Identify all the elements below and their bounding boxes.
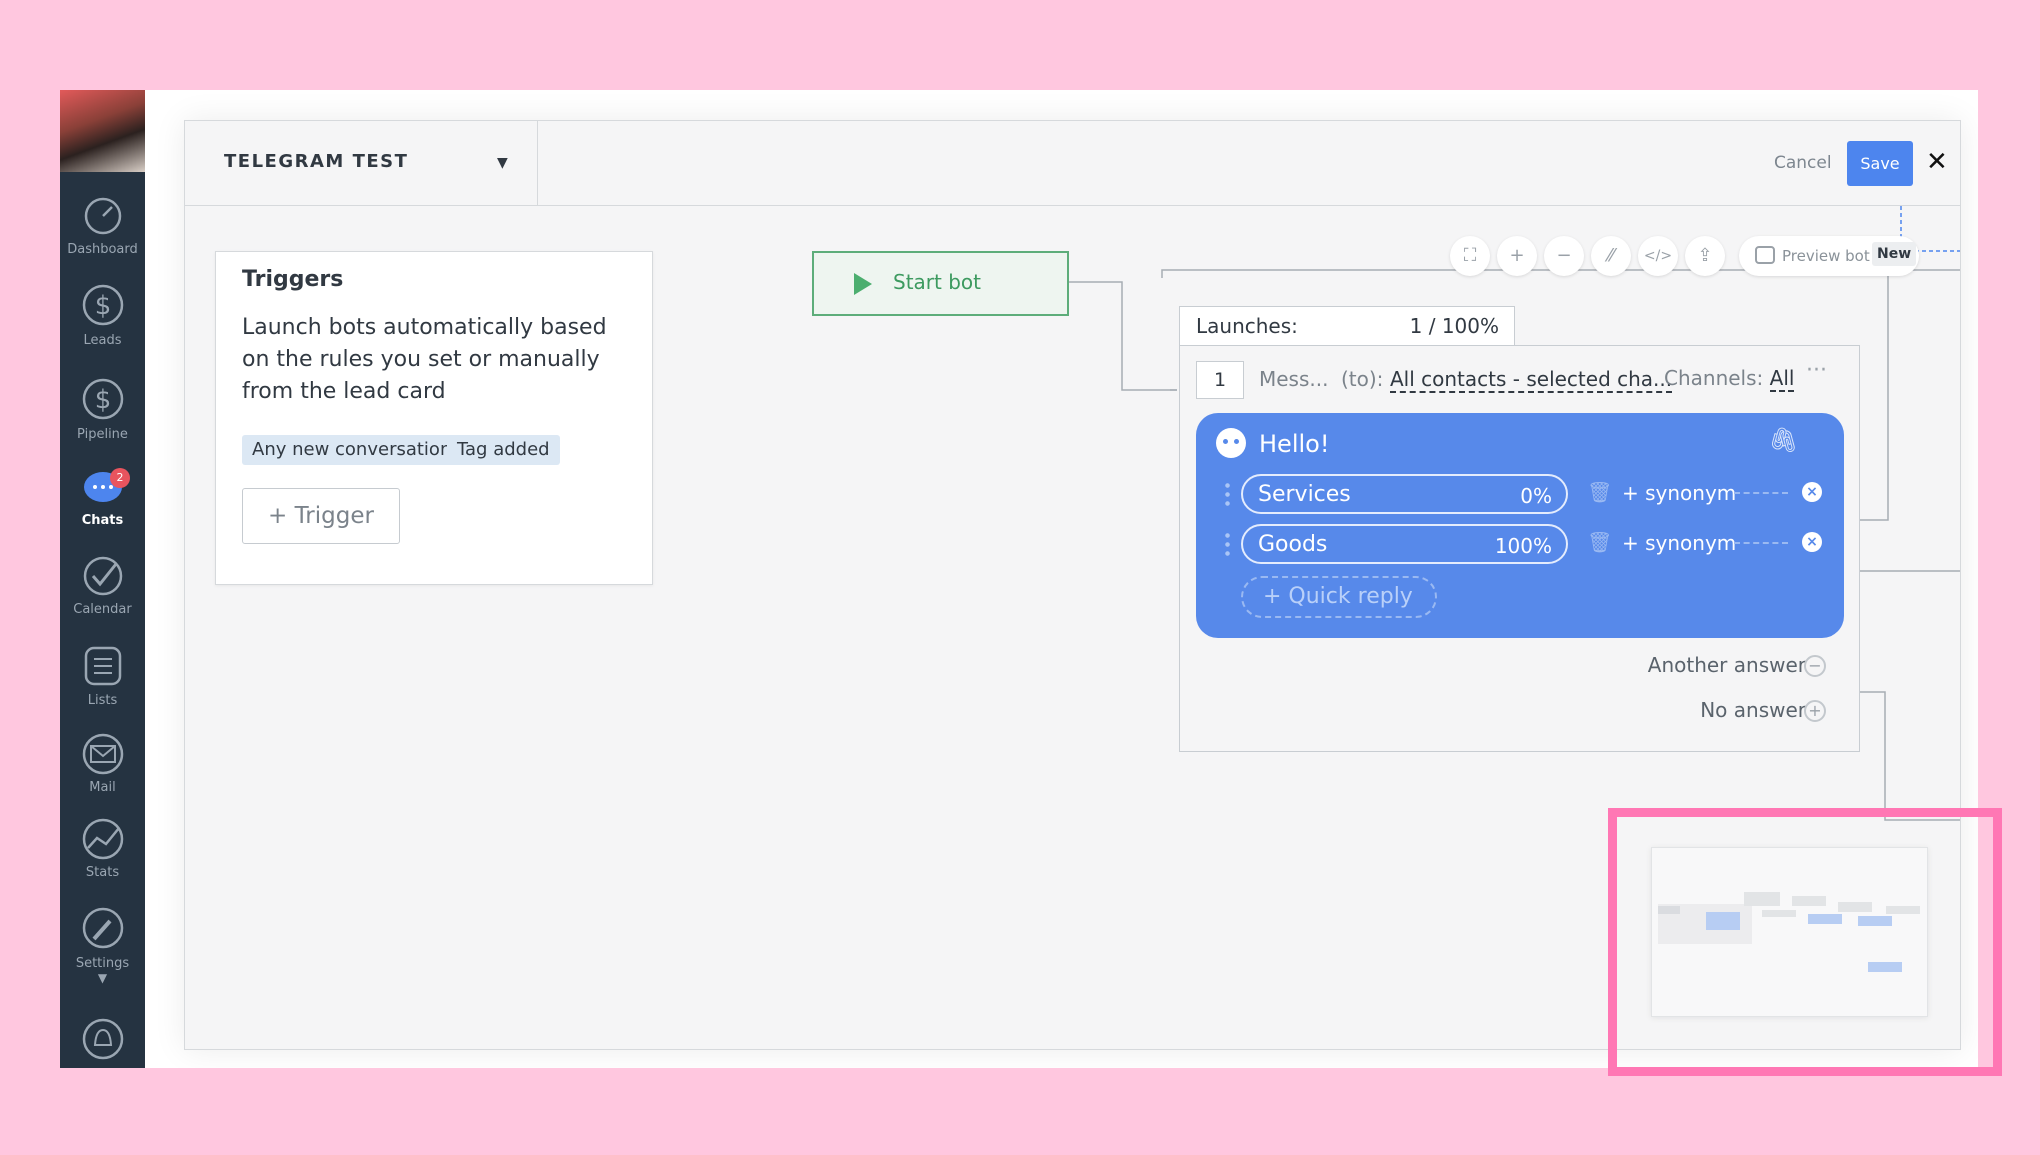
start-bot-node[interactable]: Start bot [812,251,1069,316]
drag-handle-icon[interactable] [1225,531,1230,557]
drag-handle-icon[interactable] [1225,481,1230,507]
svg-text:$: $ [94,291,111,321]
message-text[interactable]: Hello! [1259,430,1329,458]
remove-connection-icon[interactable]: × [1802,532,1822,552]
preview-bot-button[interactable]: Preview bot New [1739,236,1919,276]
zoom-out-icon[interactable]: − [1544,236,1584,276]
sidebar-item-leads[interactable]: $ Leads [60,282,145,348]
quick-reply-label: Services [1258,482,1351,507]
launches-bar: Launches: 1 / 100% [1179,306,1515,346]
plus-circle-icon[interactable]: + [1804,700,1826,722]
channels-label: Channels: [1664,366,1764,390]
play-icon [854,273,872,295]
dollar-icon: $ [82,378,123,420]
export-icon[interactable]: ⇪ [1685,236,1725,276]
connector-dash [1734,542,1788,544]
check-circle-icon [83,556,122,596]
sidebar-item-lists[interactable]: Lists [60,642,145,708]
sidebar-item-calendar[interactable]: Calendar [60,555,145,617]
unread-badge: 2 [110,468,130,488]
bot-selector[interactable]: TELEGRAM TEST ▼ [185,121,538,205]
launches-value: 1 / 100% [1409,314,1499,338]
minus-circle-icon[interactable]: − [1804,655,1826,677]
dashboard-icon [84,197,121,235]
close-icon[interactable]: ✕ [1926,147,1948,177]
remove-connection-icon[interactable]: × [1802,482,1822,502]
trigger-tag[interactable]: Any new conversation [242,435,462,465]
quick-reply-percent: 0% [1520,484,1552,508]
channels-select[interactable]: Channels: All [1664,366,1795,392]
attachment-icon[interactable]: 🖇 [1768,426,1798,454]
wrench-icon [82,907,123,949]
bot-avatar-icon [1216,428,1246,458]
sidebar-item-label: Stats [85,865,120,880]
launches-label: Launches: [1196,314,1298,338]
add-synonym-link[interactable]: + synonym [1622,481,1736,505]
add-quick-reply-label: + Quick reply [1263,584,1413,609]
sidebar-item-label: Mail [89,780,116,795]
new-badge: New [1872,242,1917,266]
chevron-down-icon[interactable]: ▼ [497,155,508,171]
sidebar-item-label: Chats [81,513,124,528]
stats-icon [82,818,123,860]
zoom-in-icon[interactable]: + [1497,236,1537,276]
mail-icon [82,733,123,775]
sidebar-item-label: Lists [87,693,118,708]
page-title: TELEGRAM TEST [224,151,409,172]
recipient-select[interactable]: All contacts - selected cha... [1390,367,1673,393]
chevron-down-icon[interactable]: ▼ [60,971,145,985]
trigger-tag[interactable]: Tag added [447,435,560,465]
robot-icon [1755,246,1775,264]
modal-header: TELEGRAM TEST ▼ Cancel Save ✕ [185,121,1960,206]
sidebar-item-label: Settings [75,956,130,971]
triggers-card: Triggers Launch bots automatically based… [215,251,653,585]
code-icon[interactable]: </> [1638,236,1678,276]
message-step[interactable]: 1 Mess... (to): All contacts - selected … [1179,345,1860,752]
quick-reply-button[interactable]: Services 0% [1241,474,1568,514]
cancel-button[interactable]: Cancel [1774,153,1832,173]
list-icon [84,646,121,686]
recipient-label: (to): [1341,367,1384,391]
svg-text:$: $ [94,385,111,415]
quick-reply-label: Goods [1258,532,1328,557]
sidebar-item-notifications[interactable] [60,1018,145,1065]
message-bubble[interactable]: Hello! 🖇 Services 0% 🗑 + synonym × Goods… [1196,413,1844,638]
sidebar-item-pipeline[interactable]: $ Pipeline [60,376,145,442]
sidebar-item-label: Pipeline [77,427,128,442]
channels-value[interactable]: All [1769,366,1795,392]
preview-label: Preview bot [1782,247,1870,265]
start-bot-label: Start bot [893,270,981,294]
add-synonym-link[interactable]: + synonym [1622,531,1736,555]
step-type-label[interactable]: Mess... [1259,367,1328,391]
quick-reply-percent: 100% [1494,534,1552,558]
another-answer-label: Another answer [1647,653,1806,677]
trash-icon[interactable]: 🗑 [1587,530,1612,554]
save-button[interactable]: Save [1847,141,1913,186]
step-number: 1 [1196,361,1244,399]
sidebar: Dashboard $ Leads $ Pipeline 2 Chats Cal… [60,90,145,1068]
bell-icon [82,1018,123,1060]
trash-icon[interactable]: 🗑 [1587,480,1612,504]
triggers-heading: Triggers [242,267,344,292]
add-trigger-button[interactable]: + Trigger [242,488,400,544]
sidebar-item-stats[interactable]: Stats [60,818,145,880]
fullscreen-icon[interactable]: ⛶ [1450,236,1490,276]
sidebar-item-label: Calendar [73,602,132,617]
sidebar-item-label: Dashboard [67,242,138,257]
dollar-icon: $ [82,284,123,326]
triggers-description: Launch bots automatically based on the r… [242,315,607,404]
sidebar-item-label: Leads [83,333,122,348]
sidebar-item-mail[interactable]: Mail [60,733,145,795]
highlight-frame [1608,808,2002,1076]
more-icon[interactable]: ··· [1806,358,1827,383]
sidebar-item-dashboard[interactable]: Dashboard [60,195,145,257]
magic-wand-icon[interactable]: ⁄⁄ [1591,236,1631,276]
sidebar-item-chats[interactable]: 2 Chats [60,468,145,528]
connector-dash [1734,492,1788,494]
quick-reply-button[interactable]: Goods 100% [1241,524,1568,564]
avatar[interactable] [60,90,145,172]
sidebar-item-settings[interactable]: Settings ▼ [60,905,145,985]
no-answer-label: No answer [1700,698,1806,722]
add-quick-reply-button[interactable]: + Quick reply [1241,576,1437,618]
